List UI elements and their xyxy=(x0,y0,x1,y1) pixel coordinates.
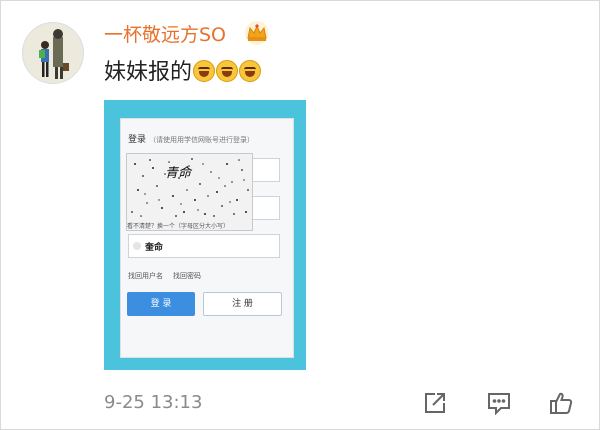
captcha-input-value: 奎命 xyxy=(145,243,164,253)
laughing-tears-emoji-icon xyxy=(216,60,239,82)
captcha-text: 青命 xyxy=(165,166,192,181)
post-message: 妹妹报的 xyxy=(104,60,193,85)
vip-crown-icon xyxy=(244,20,270,46)
login-title-text: 登录 xyxy=(128,135,147,145)
recovery-links: 找回用户名 找回密码 xyxy=(128,271,211,281)
register-button: 注 册 xyxy=(203,292,282,316)
avatar[interactable] xyxy=(22,22,84,84)
captcha-image: 青命 xyxy=(126,153,253,231)
captcha-refresh-hint: 看不清楚？换一个（字母区分大小写） xyxy=(127,223,230,230)
post-text: 妹妹报的 xyxy=(104,58,262,88)
username[interactable]: 一杯敬远方SO xyxy=(104,22,226,48)
captcha-input: 奎命 xyxy=(128,234,280,258)
login-hint: （请使用用学信网账号进行登录） xyxy=(149,136,255,144)
captcha-input-icon xyxy=(133,242,141,250)
find-username-link: 找回用户名 xyxy=(128,272,163,280)
post-timestamp: 9-25 13:13 xyxy=(104,392,203,413)
comment-icon[interactable] xyxy=(486,390,512,416)
login-title: 登录 （请使用用学信网账号进行登录） xyxy=(128,132,254,145)
login-button: 登 录 xyxy=(127,292,195,316)
share-icon[interactable] xyxy=(422,390,448,416)
like-icon[interactable] xyxy=(548,390,574,416)
find-password-link: 找回密码 xyxy=(173,272,201,280)
laughing-tears-emoji-icon xyxy=(193,60,216,82)
laughing-tears-emoji-icon xyxy=(239,60,262,82)
